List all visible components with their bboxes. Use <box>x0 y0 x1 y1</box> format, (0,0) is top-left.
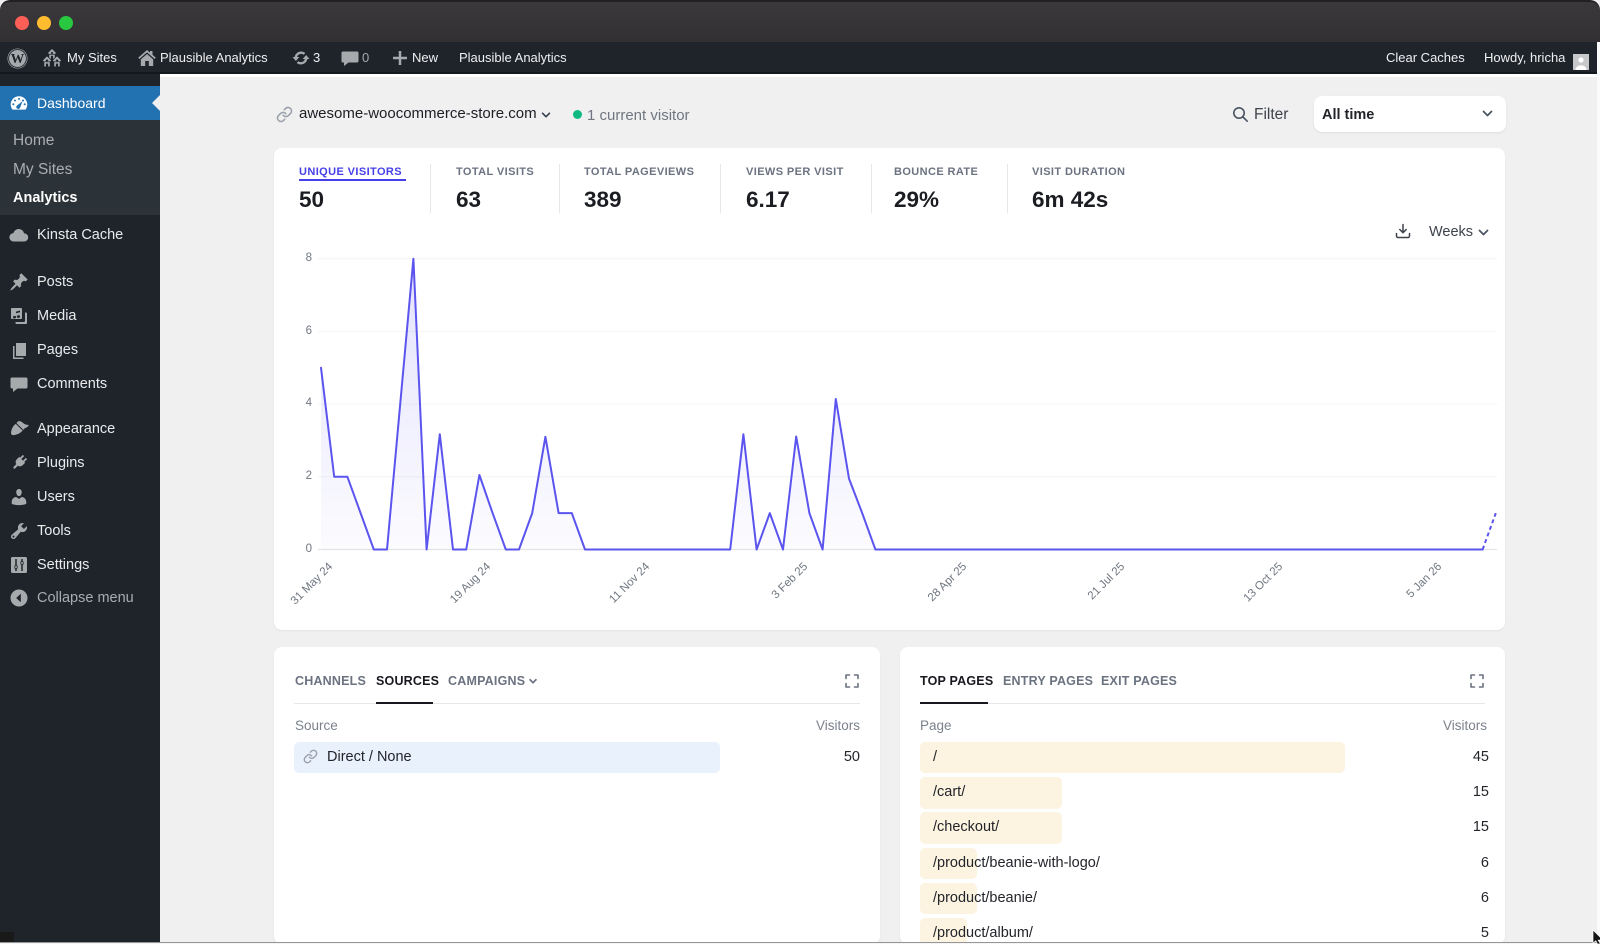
svg-text:W: W <box>11 51 25 66</box>
